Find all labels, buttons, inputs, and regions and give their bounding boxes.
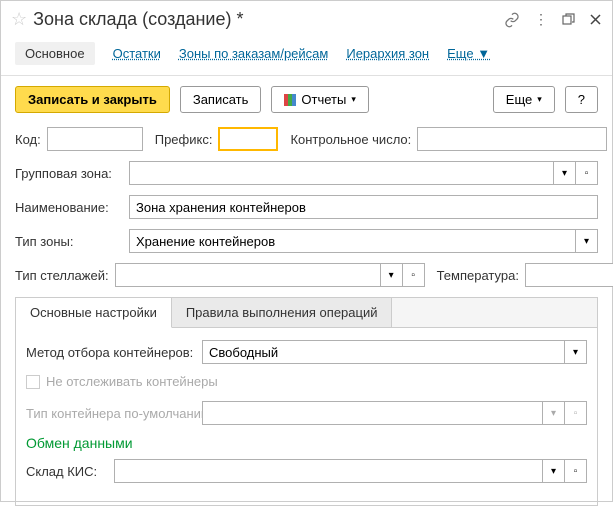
save-close-button[interactable]: Записать и закрыть [15, 86, 170, 113]
default-type-input [202, 401, 543, 425]
group-zone-input[interactable] [129, 161, 554, 185]
kis-open[interactable]: ▫ [565, 459, 587, 483]
tabs-container: Основные настройки Правила выполнения оп… [15, 297, 598, 506]
method-label: Метод отбора контейнеров: [26, 345, 196, 360]
kis-dropdown[interactable]: ▾ [543, 459, 565, 483]
nav-balances[interactable]: Остатки [113, 46, 161, 61]
method-input[interactable] [202, 340, 565, 364]
method-dropdown[interactable]: ▾ [565, 340, 587, 364]
default-type-open: ▫ [565, 401, 587, 425]
tab-content: Метод отбора контейнеров: ▾ Не отслежива… [16, 328, 597, 505]
chevron-down-icon: ▾ [537, 94, 542, 105]
tab-bar: Основные настройки Правила выполнения оп… [16, 298, 597, 328]
link-icon[interactable] [504, 12, 520, 28]
prefix-label: Префикс: [155, 132, 213, 147]
save-button[interactable]: Записать [180, 86, 262, 113]
chevron-down-icon: ▾ [351, 94, 356, 105]
report-icon [284, 94, 296, 106]
kis-label: Склад КИС: [26, 464, 108, 479]
favorite-star-icon[interactable]: ☆ [11, 9, 27, 30]
zone-type-dropdown[interactable]: ▾ [576, 229, 598, 253]
rack-type-input[interactable] [115, 263, 381, 287]
zone-type-input[interactable] [129, 229, 576, 253]
window-title: Зона склада (создание) * [33, 9, 504, 30]
name-label: Наименование: [15, 200, 123, 215]
close-icon[interactable] [589, 13, 602, 26]
code-label: Код: [15, 132, 41, 147]
default-type-dropdown: ▾ [543, 401, 565, 425]
checknum-input[interactable] [417, 127, 607, 151]
group-zone-dropdown[interactable]: ▾ [554, 161, 576, 185]
zone-type-label: Тип зоны: [15, 234, 123, 249]
nav-bar: Основное Остатки Зоны по заказам/рейсам … [1, 36, 612, 76]
no-track-checkbox [26, 375, 40, 389]
nav-by-orders[interactable]: Зоны по заказам/рейсам [179, 46, 328, 61]
rack-type-open[interactable]: ▫ [403, 263, 425, 287]
kis-input[interactable] [114, 459, 543, 483]
chevron-down-icon: ▼ [477, 46, 490, 61]
temp-input[interactable] [525, 263, 613, 287]
titlebar: ☆ Зона склада (создание) * ⋮ [1, 1, 612, 36]
no-track-label: Не отслеживать контейнеры [46, 374, 218, 389]
checknum-label: Контрольное число: [290, 132, 411, 147]
code-input[interactable] [47, 127, 143, 151]
exchange-section-title: Обмен данными [26, 435, 587, 451]
nav-more[interactable]: Еще ▼ [447, 46, 490, 61]
nav-hierarchy[interactable]: Иерархия зон [346, 46, 429, 61]
kebab-menu-icon[interactable]: ⋮ [534, 11, 548, 28]
prefix-input[interactable] [218, 127, 278, 151]
temp-label: Температура: [437, 268, 519, 283]
nav-main[interactable]: Основное [15, 42, 95, 65]
window: ☆ Зона склада (создание) * ⋮ Основное Ос… [0, 0, 613, 502]
window-restore-icon[interactable] [562, 13, 575, 26]
tab-settings[interactable]: Основные настройки [16, 298, 172, 328]
more-button[interactable]: Еще ▾ [493, 86, 555, 113]
tab-rules[interactable]: Правила выполнения операций [172, 298, 393, 328]
name-input[interactable] [129, 195, 598, 219]
default-type-label: Тип контейнера по-умолчанию: [26, 406, 196, 421]
form-body: Код: Префикс: Контрольное число: Группов… [1, 123, 612, 520]
rack-type-label: Тип стеллажей: [15, 268, 109, 283]
group-zone-open[interactable]: ▫ [576, 161, 598, 185]
toolbar: Записать и закрыть Записать Отчеты ▾ Еще… [1, 76, 612, 123]
help-button[interactable]: ? [565, 86, 598, 113]
rack-type-dropdown[interactable]: ▾ [381, 263, 403, 287]
group-zone-label: Групповая зона: [15, 166, 123, 181]
reports-button[interactable]: Отчеты ▾ [271, 86, 368, 113]
